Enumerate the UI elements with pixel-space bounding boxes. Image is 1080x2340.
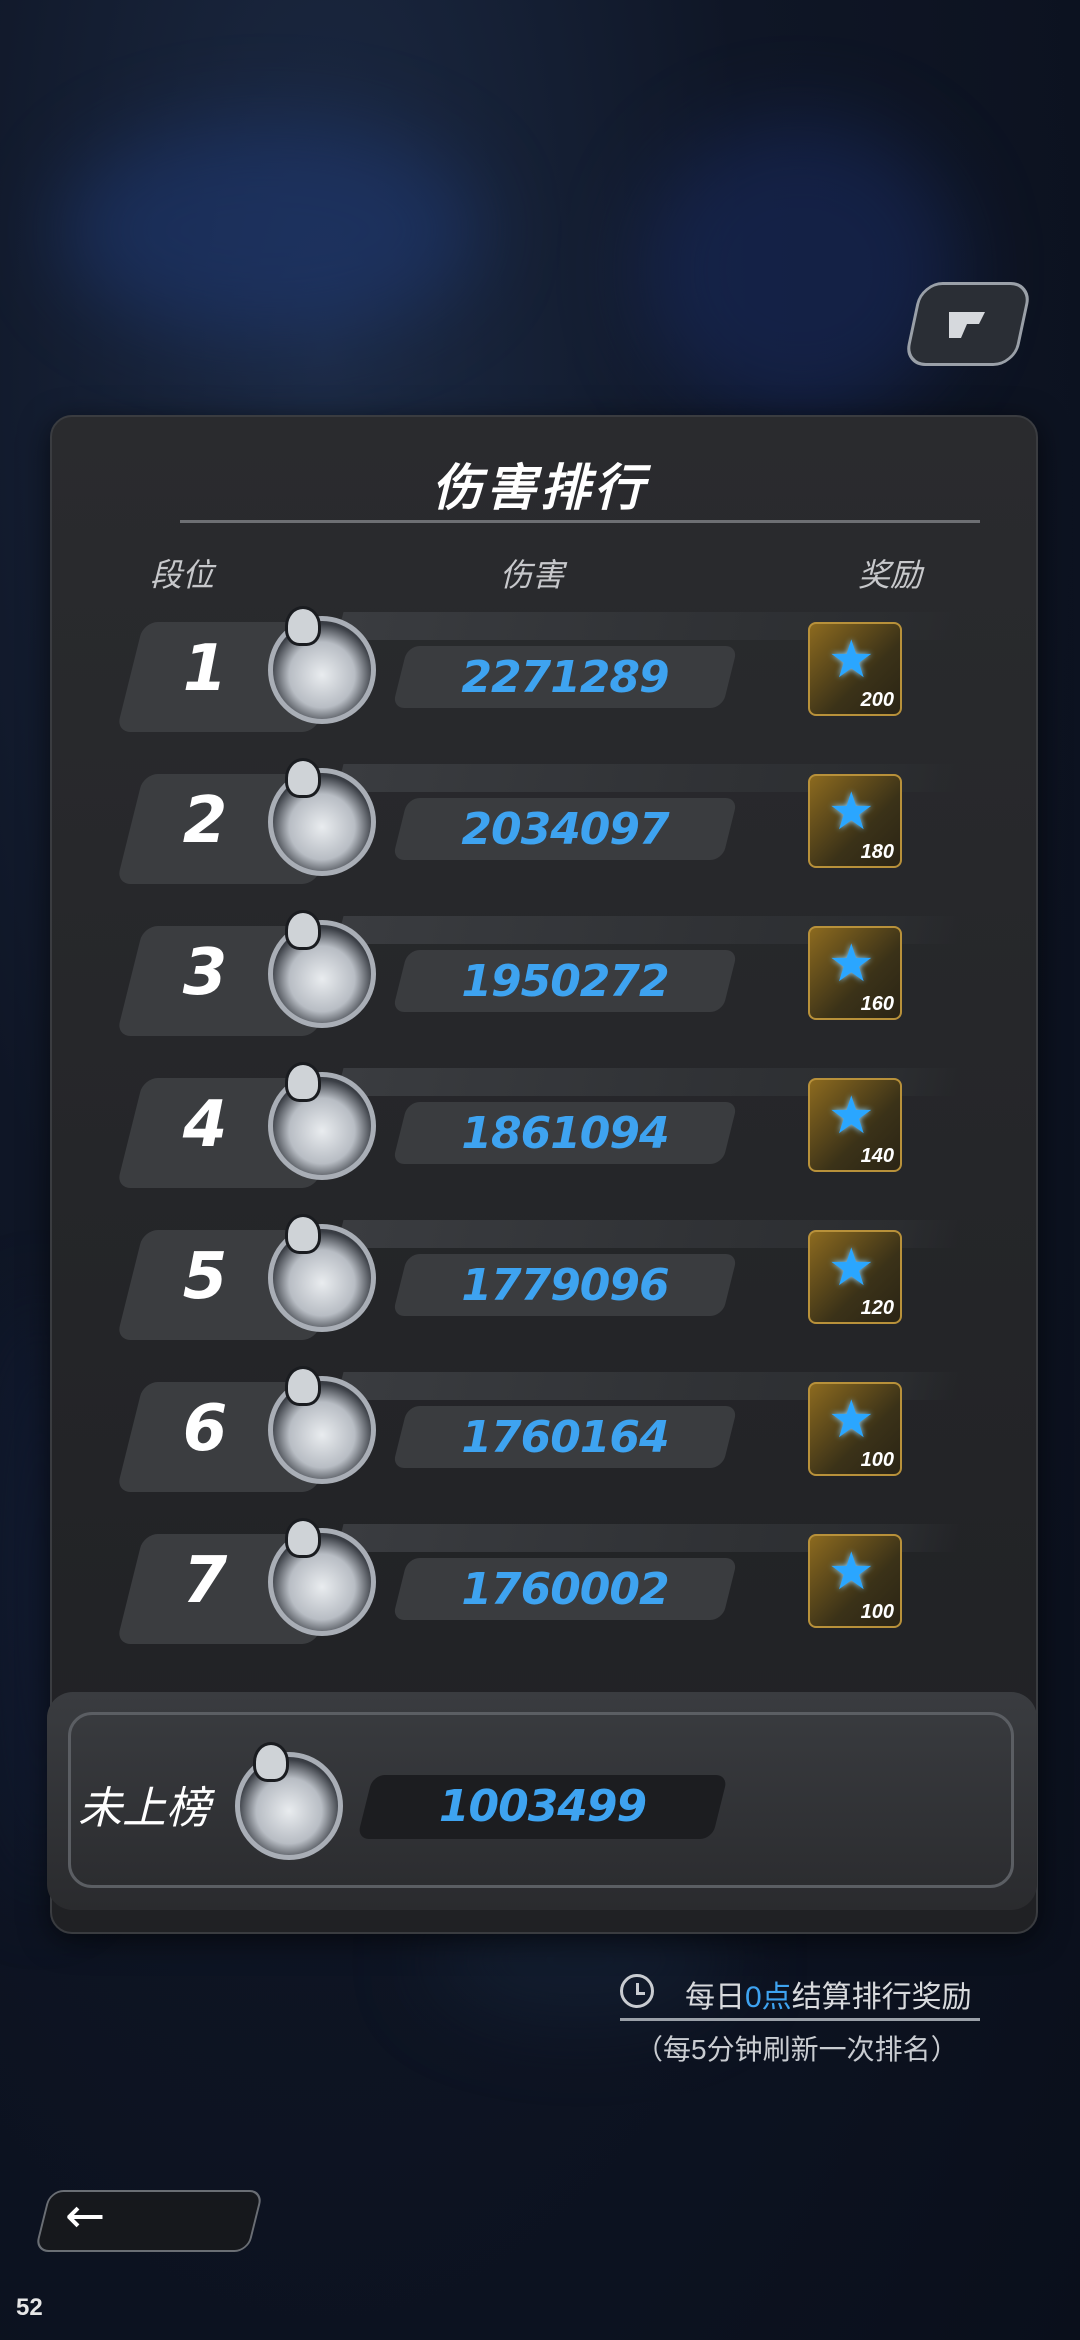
ranking-row: 4 1861094 ★ 140 — [116, 1062, 964, 1188]
self-rank-label: 未上榜 — [78, 1784, 210, 1833]
rank-number: 3 — [182, 936, 228, 1010]
damage-value: 1760164 — [461, 1412, 669, 1463]
reward-item[interactable]: ★ 180 — [808, 774, 902, 868]
damage-value: 1779096 — [461, 1260, 669, 1311]
column-header-damage: 伤害 — [500, 557, 565, 593]
star-icon: ★ — [828, 1239, 875, 1297]
reward-item[interactable]: ★ 100 — [808, 1534, 902, 1628]
reward-item[interactable]: ★ 120 — [808, 1230, 902, 1324]
fps-counter: 52 — [16, 2294, 43, 2321]
ranking-row: 7 1760002 ★ 100 — [116, 1518, 964, 1644]
share-icon — [949, 312, 985, 338]
settlement-time: 0点 — [745, 1981, 792, 2014]
rank-number: 4 — [182, 1088, 228, 1162]
reward-count: 200 — [860, 689, 894, 711]
avatar-badge-icon — [285, 606, 321, 646]
star-icon: ★ — [828, 1391, 875, 1449]
damage-value: 2034097 — [461, 804, 669, 855]
damage-value: 2271289 — [461, 652, 669, 703]
star-icon: ★ — [828, 631, 875, 689]
clock-icon — [620, 1974, 654, 2008]
rank-number: 2 — [182, 784, 228, 858]
share-button[interactable] — [903, 282, 1033, 366]
rank-number: 5 — [182, 1240, 228, 1314]
reward-item[interactable]: ★ 160 — [808, 926, 902, 1020]
column-header-rank: 段位 — [150, 557, 215, 593]
avatar-badge-icon — [253, 1742, 289, 1782]
star-icon: ★ — [828, 935, 875, 993]
damage-value: 1861094 — [461, 1108, 669, 1159]
avatar-badge-icon — [285, 758, 321, 798]
avatar-badge-icon — [285, 1518, 321, 1558]
avatar-badge-icon — [285, 1214, 321, 1254]
self-damage-value: 1003499 — [438, 1781, 647, 1832]
reward-count: 180 — [860, 841, 894, 863]
ranking-row: 2 2034097 ★ 180 — [116, 758, 964, 884]
reward-count: 100 — [860, 1601, 894, 1623]
settlement-text: 每日0点结算排行奖励 — [685, 1981, 972, 2014]
rank-number: 1 — [182, 632, 228, 706]
column-header-reward: 奖励 — [858, 557, 923, 593]
page-title: 伤害排行 — [432, 460, 648, 516]
reward-count: 160 — [860, 993, 894, 1015]
damage-value: 1760002 — [461, 1564, 669, 1615]
reward-item[interactable]: ★ 100 — [808, 1382, 902, 1476]
rank-number: 7 — [182, 1544, 228, 1618]
avatar-badge-icon — [285, 910, 321, 950]
reward-count: 100 — [860, 1449, 894, 1471]
reward-item[interactable]: ★ 200 — [808, 622, 902, 716]
reward-count: 140 — [860, 1145, 894, 1167]
star-icon: ★ — [828, 783, 875, 841]
ranking-row: 3 1950272 ★ 160 — [116, 910, 964, 1036]
rank-number: 6 — [182, 1392, 228, 1466]
avatar-badge-icon — [285, 1062, 321, 1102]
info-divider — [620, 2018, 980, 2021]
reward-item[interactable]: ★ 140 — [808, 1078, 902, 1172]
star-icon: ★ — [828, 1087, 875, 1145]
reward-count: 120 — [860, 1297, 894, 1319]
damage-value: 1950272 — [461, 956, 669, 1007]
ranking-row: 1 2271289 ★ 200 — [116, 606, 964, 732]
avatar-badge-icon — [285, 1366, 321, 1406]
self-avatar[interactable] — [235, 1752, 343, 1860]
ranking-row: 6 1760164 ★ 100 — [116, 1366, 964, 1492]
star-icon: ★ — [828, 1543, 875, 1601]
back-arrow-icon[interactable]: ← — [65, 2188, 105, 2244]
title-divider — [180, 520, 980, 523]
ranking-row: 5 1779096 ★ 120 — [116, 1214, 964, 1340]
refresh-note: （每5分钟刷新一次排名） — [635, 2034, 959, 2065]
